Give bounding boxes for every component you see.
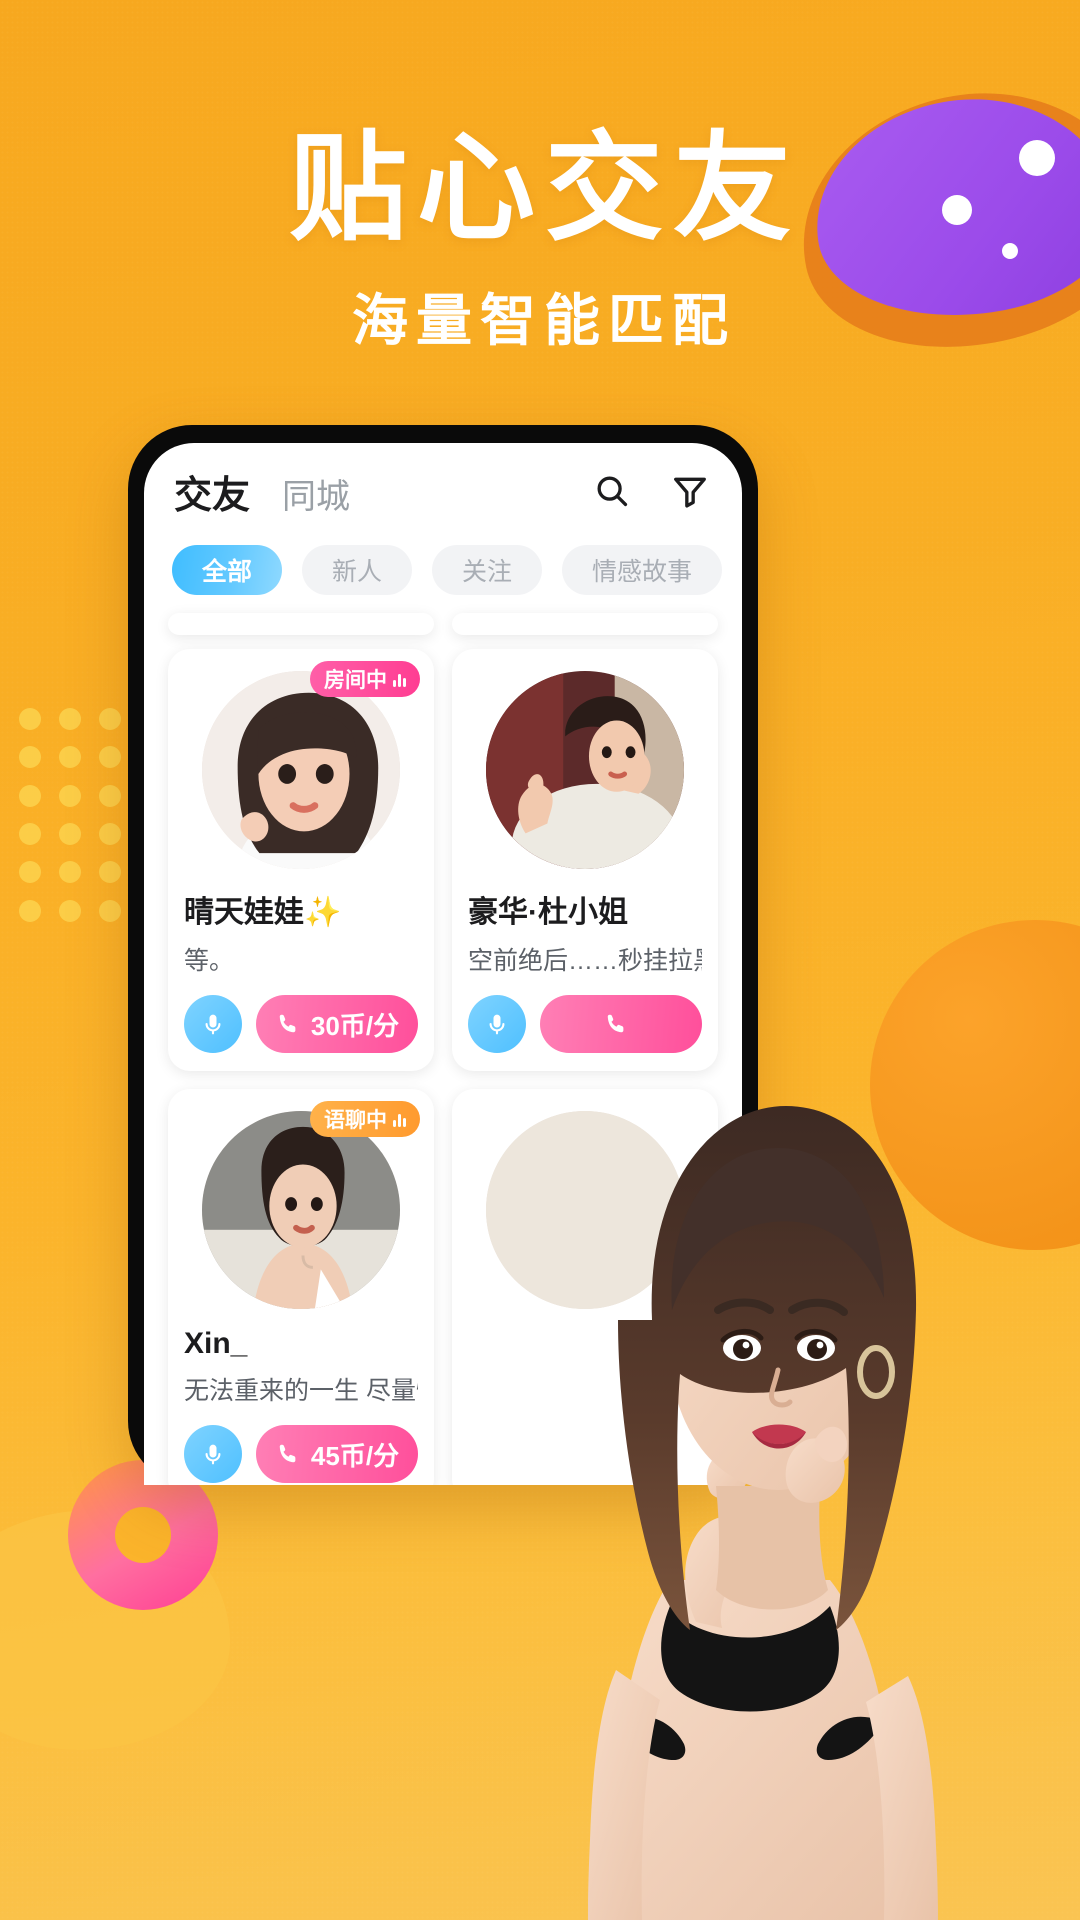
avatar [202,671,400,869]
card-grid-clipped [144,613,742,635]
voice-icon[interactable] [184,1425,242,1483]
nav-icon-group [590,469,712,513]
card-partial-top-right [452,613,718,635]
voice-icon[interactable] [184,995,242,1053]
search-icon[interactable] [590,469,634,513]
filter-icon[interactable] [668,469,712,513]
chip-following[interactable]: 关注 [432,545,543,595]
avatar-photo [202,671,400,869]
phone-icon [279,1014,296,1033]
card-user-desc: 等。 [184,947,235,975]
avatar-photo [486,671,684,869]
promo-subheadline: 海量智能匹配 [352,288,736,352]
chip-newcomer[interactable]: 新人 [302,545,413,595]
app-nav-bar: 交友 同城 [144,443,742,539]
card-user-name: 晴天娃娃✨ [184,896,342,929]
status-badge: 语聊中 [310,1101,420,1137]
audio-wave-icon [393,671,406,687]
audio-wave-icon [393,1111,406,1127]
filter-chip-row[interactable]: 全部 新人 关注 情感故事 日常聊天 [144,539,742,613]
card-user-desc: 无法重来的一生 尽量快乐 [184,1377,418,1405]
user-card[interactable]: 语聊中 Xin_ 无法重来的一生 尽量 45币/分 [168,1089,434,1485]
call-price-label: 45币/分 [310,1440,400,1471]
call-price-button[interactable]: 45币/分 [256,1425,418,1483]
promo-text-block: 贴心交友 海量智能匹配 [0,123,1080,357]
avatar [486,671,684,869]
voice-icon[interactable] [468,995,526,1053]
avatar [202,1111,400,1309]
model-photo [588,1106,938,1920]
status-badge: 房间中 [310,661,420,697]
status-badge-label: 房间中 [324,669,387,692]
tab-jiaoyou[interactable]: 交友 [174,464,250,519]
call-price-button[interactable]: 30币/分 [256,995,418,1053]
card-action-row: 45币/分 [184,1425,418,1483]
avatar-photo [202,1111,400,1309]
call-price-label: 30币/分 [310,1010,400,1041]
card-user-name: Xin_ [184,1327,248,1360]
nav-tab-list: 交友 同城 [174,464,590,519]
promo-headline: 贴心交友 [288,123,801,255]
user-card[interactable]: 房间中 晴天娃娃✨ 等。 30币/分 [168,649,434,1071]
chip-all[interactable]: 全部 [172,545,283,595]
phone-icon [279,1444,296,1463]
card-partial-top-left [168,613,434,635]
status-badge-label: 语聊中 [324,1109,387,1132]
chip-emotional-story[interactable]: 情感故事 [562,545,723,595]
tab-tongcheng[interactable]: 同城 [282,469,350,518]
card-action-row: 30币/分 [184,995,418,1053]
